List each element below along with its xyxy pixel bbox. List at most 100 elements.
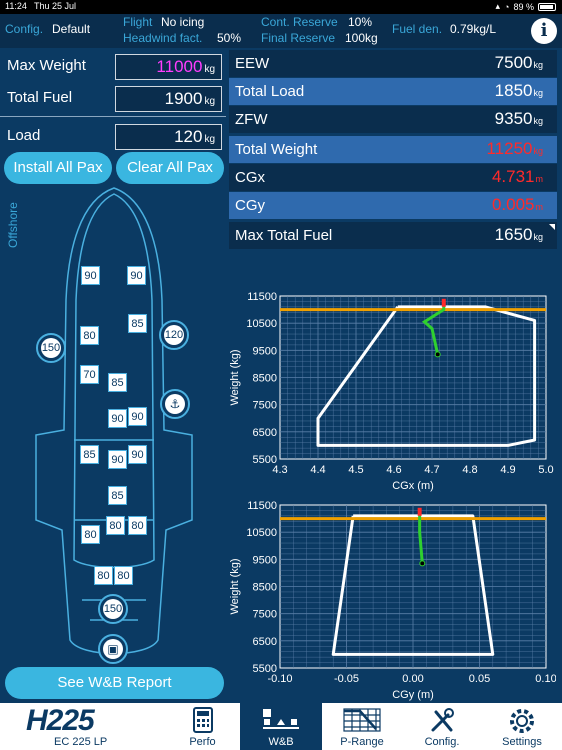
x-tick-label: 0.05	[469, 673, 490, 685]
seat-7[interactable]: 90	[108, 409, 127, 428]
table-row: Total Weight 11250kg	[229, 136, 557, 163]
corner-indicator-icon	[549, 224, 555, 230]
x-axis-label: CGy (m)	[392, 689, 434, 701]
table-row-value: 11250kg	[486, 139, 543, 158]
status-date: Thu 25 Jul	[34, 1, 77, 11]
payload-range-icon	[343, 708, 381, 732]
table-row-label: CGy	[235, 197, 265, 214]
y-tick-label: 10500	[246, 318, 277, 330]
seat-3[interactable]: 80	[80, 326, 99, 345]
hoist-seat-bottom-value: 150	[103, 599, 123, 619]
gear-icon	[510, 709, 534, 733]
seat-5[interactable]: 70	[80, 365, 99, 384]
zfw-point	[419, 560, 426, 567]
table-row-value: 1650kg	[494, 225, 543, 244]
table-row-label: EEW	[235, 55, 270, 72]
baggage-icon[interactable]: ▣	[98, 634, 128, 664]
table-row-value: 7500kg	[494, 53, 543, 72]
seat-9[interactable]: 85	[80, 445, 99, 464]
current-cg-point	[441, 298, 446, 307]
hoist-seat-left[interactable]: 150	[36, 333, 66, 363]
y-tick-label: 11500	[247, 500, 277, 512]
x-tick-label: 4.4	[310, 464, 325, 476]
weight-balance-icon	[263, 709, 299, 729]
table-row-value: 9350kg	[494, 109, 543, 128]
seat-16[interactable]: 80	[94, 566, 113, 585]
table-row-label: ZFW	[235, 111, 268, 128]
tab-wb-label: W&B	[268, 736, 294, 748]
left-divider	[0, 116, 226, 117]
fuel-density-value: 0.79kg/L	[450, 22, 497, 36]
total-fuel-input[interactable]: 1900 kg	[115, 86, 222, 112]
cont-reserve-label: Cont. Reserve	[261, 15, 338, 29]
see-wb-report-button[interactable]: See W&B Report	[5, 667, 224, 699]
tab-config-label: Config.	[424, 736, 460, 748]
headwind-label: Headwind fact.	[123, 31, 203, 45]
seat-1[interactable]: 90	[81, 266, 100, 285]
y-tick-label: 9500	[253, 345, 277, 357]
load-value: 120	[174, 127, 203, 146]
cgy-envelope-chart: -0.10 -0.05 0.00 0.05 0.10550065007500850095…	[229, 500, 556, 701]
wifi-icon: ◔	[504, 1, 510, 12]
seat-13[interactable]: 80	[106, 516, 125, 535]
flight-label: Flight	[123, 15, 153, 29]
total-fuel-value: 1900	[164, 89, 203, 108]
max-weight-value: 11000	[156, 57, 203, 76]
table-row-label: Total Load	[235, 83, 305, 100]
seat-8[interactable]: 90	[128, 407, 147, 426]
table-row-value: 1850kg	[494, 81, 543, 100]
max-weight-label: Max Weight	[7, 57, 86, 74]
seat-15[interactable]: 80	[81, 525, 100, 544]
seat-11[interactable]: 90	[128, 445, 147, 464]
hoist-seat-bottom[interactable]: 150	[98, 594, 128, 624]
tab-settings[interactable]: Settings	[482, 703, 562, 750]
y-tick-label: 8500	[253, 582, 277, 594]
seat-2[interactable]: 90	[127, 266, 146, 285]
seat-10[interactable]: 90	[108, 450, 127, 469]
load-unit: kg	[204, 134, 215, 145]
seat-14[interactable]: 80	[128, 516, 147, 535]
hoist-seat-right[interactable]: 120	[159, 320, 189, 350]
current-cg-point	[417, 507, 422, 516]
seat-12[interactable]: 85	[108, 486, 127, 505]
hoist-icon[interactable]: ⚓	[160, 389, 190, 419]
final-reserve-value: 100kg	[345, 31, 378, 45]
table-row-label: CGx	[235, 169, 265, 186]
seat-17[interactable]: 80	[114, 566, 133, 585]
tab-wb[interactable]: W&B	[240, 703, 322, 750]
y-tick-label: 8500	[253, 373, 277, 385]
table-row: Total Load 1850kg	[229, 78, 557, 105]
info-icon[interactable]: i	[531, 18, 557, 44]
seat-4[interactable]: 85	[128, 314, 147, 333]
tab-p-range[interactable]: P-Range	[322, 703, 402, 750]
config-value: Default	[52, 22, 91, 36]
x-axis-label: CGx (m)	[392, 480, 434, 492]
table-row: CGx 4.731m	[229, 164, 557, 191]
y-tick-label: 7500	[253, 609, 277, 621]
x-tick-label: 0.10	[535, 673, 556, 685]
y-tick-label: 5500	[253, 454, 277, 466]
tab-config[interactable]: Config.	[402, 703, 482, 750]
signal-icon: ▴	[495, 1, 501, 11]
x-tick-label: 4.6	[386, 464, 401, 476]
status-time: 11:24	[5, 1, 27, 11]
load-label: Load	[7, 127, 41, 144]
config-header[interactable]: Config. Default Flight No icing Headwind…	[0, 14, 562, 48]
y-tick-label: 5500	[253, 663, 277, 675]
seat-6[interactable]: 85	[108, 373, 127, 392]
table-row: Max Total Fuel 1650kg	[229, 222, 557, 249]
y-axis-label: Weight (kg)	[229, 558, 241, 614]
tab-bar: H225 EC 225 LP Perfo W&B P-Range Config.…	[0, 703, 562, 750]
tools-icon	[431, 708, 454, 732]
tab-perfo[interactable]: Perfo	[165, 703, 240, 750]
max-weight-input[interactable]: 11000 kg	[115, 54, 222, 80]
y-tick-label: 6500	[253, 427, 277, 439]
brand-logo: H225 EC 225 LP	[0, 703, 165, 750]
hoist-seat-right-value: 120	[164, 325, 184, 345]
table-row-value: 0.005m	[491, 195, 543, 214]
table-row: CGy 0.005m	[229, 192, 557, 219]
status-bar: 11:24 Thu 25 Jul ▴ ◔ 89 %	[0, 0, 562, 14]
y-tick-label: 10500	[246, 527, 277, 539]
x-tick-label: 4.8	[462, 464, 477, 476]
load-input[interactable]: 120 kg	[115, 124, 222, 150]
